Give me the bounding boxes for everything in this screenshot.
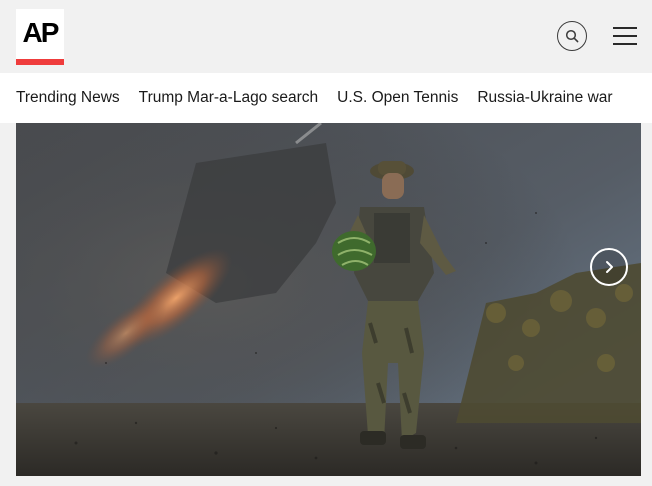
hamburger-menu-icon bbox=[613, 27, 637, 29]
nav-item-us-open-tennis[interactable]: U.S. Open Tennis bbox=[337, 73, 458, 123]
trending-nav-list: Trending News Trump Mar-a-Lago search U.… bbox=[16, 73, 632, 123]
search-icon bbox=[565, 29, 579, 43]
hero-image[interactable] bbox=[16, 123, 641, 476]
nav-item-trending-news[interactable]: Trending News bbox=[16, 73, 120, 123]
nav-item-trump-mar-a-lago-search[interactable]: Trump Mar-a-Lago search bbox=[139, 73, 318, 123]
logo-text: AP bbox=[22, 17, 60, 48]
site-header: AP bbox=[0, 0, 652, 73]
menu-button[interactable] bbox=[613, 27, 637, 46]
chevron-right-icon bbox=[606, 261, 613, 273]
hero-photo bbox=[16, 123, 641, 476]
search-button[interactable] bbox=[557, 21, 587, 51]
hamburger-line bbox=[613, 35, 637, 37]
trending-nav: Trending News Trump Mar-a-Lago search U.… bbox=[0, 73, 652, 123]
logo-accent-bar bbox=[16, 59, 64, 65]
nav-item-russia-ukraine-war[interactable]: Russia-Ukraine war bbox=[477, 73, 612, 123]
hamburger-line bbox=[613, 43, 637, 45]
ap-news-page: AP Trending News Trump Mar-a-Lago search… bbox=[0, 0, 652, 486]
carousel-next-button[interactable] bbox=[590, 248, 628, 286]
ap-logo[interactable]: AP bbox=[16, 9, 64, 65]
